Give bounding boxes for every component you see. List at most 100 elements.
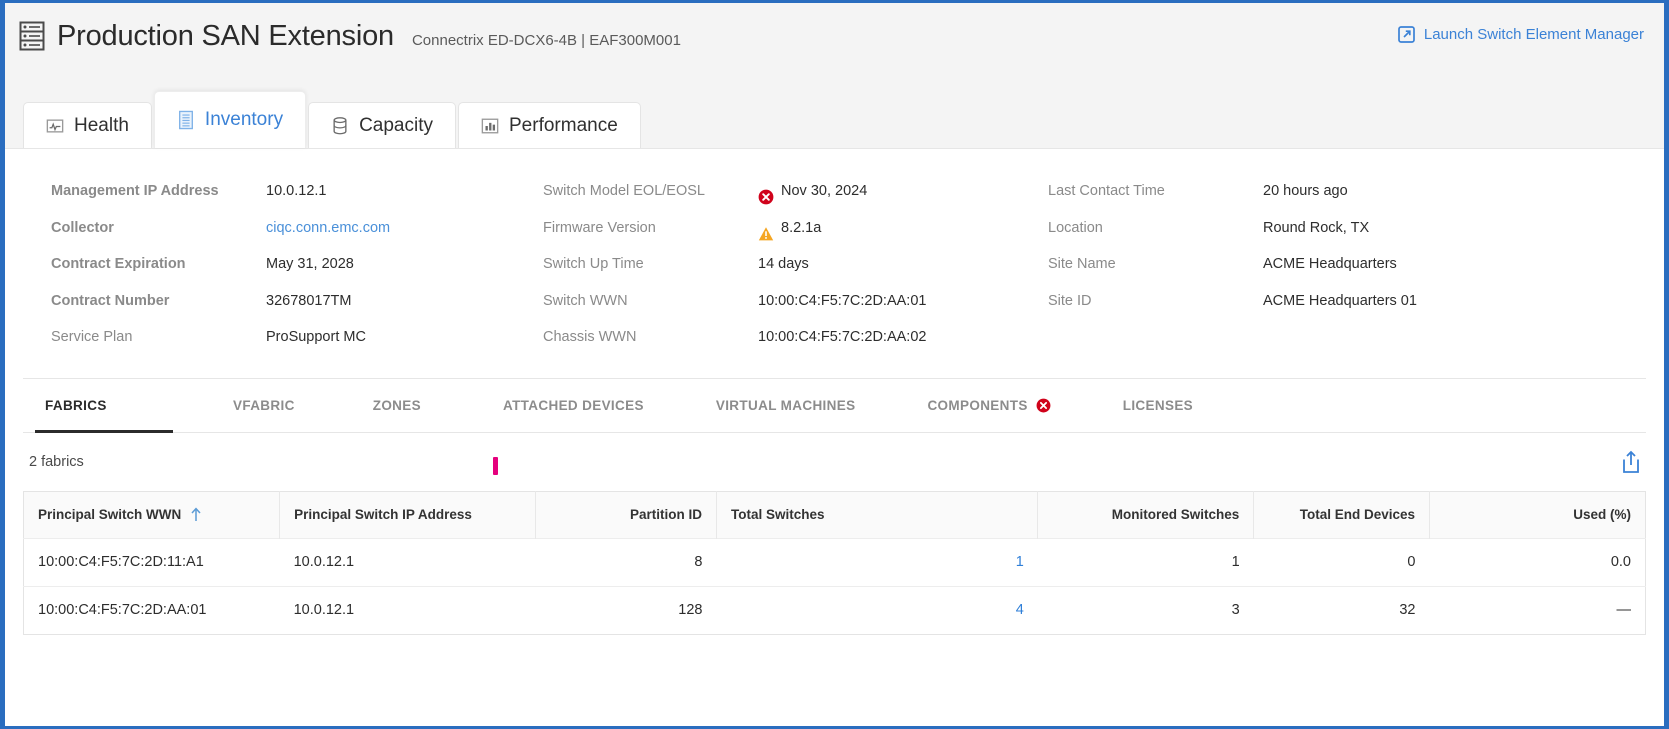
detail-value-site-id: ACME Headquarters 01 [1263, 292, 1417, 309]
subtab-virtual-machines-label: VIRTUAL MACHINES [715, 397, 856, 413]
arrow-up-icon [190, 507, 202, 522]
tab-health-label: Health [74, 114, 129, 136]
subtab-attached-devices[interactable]: ATTACHED DEVICES [493, 379, 654, 432]
cell-total-switches: 4 [716, 585, 1038, 634]
error-icon [758, 183, 774, 205]
cell-used-pct: 0.0 [1429, 537, 1646, 586]
tab-health[interactable]: Health [23, 102, 152, 148]
subtab-fabrics[interactable]: FABRICS [35, 379, 173, 433]
page-header: Production SAN Extension Connectrix ED-D… [5, 3, 1664, 65]
table-toolbar: 2 fabrics [23, 433, 1646, 491]
column-header-used-pct[interactable]: Used (%) [1429, 491, 1646, 538]
header-title-group: Production SAN Extension Connectrix ED-D… [19, 15, 681, 53]
table-header: Principal Switch WWN Principal Switch IP… [23, 491, 1646, 538]
chassis-icon [19, 21, 45, 51]
header-actions: Launch Switch Element Manager [1398, 26, 1650, 43]
details-column-2: Switch Model EOL/EOSL Nov 30, 2024 Firmw… [543, 173, 1048, 356]
detail-label-service-plan: Service Plan [51, 329, 133, 345]
collector-link[interactable]: ciqc.conn.emc.com [266, 210, 390, 247]
detail-value-chassis-wwn: 10:00:C4:F5:7C:2D:AA:02 [758, 329, 927, 345]
subtab-zones[interactable]: ZONES [363, 379, 431, 432]
tab-capacity[interactable]: Capacity [308, 102, 456, 148]
inventory-subtabs: FABRICS VFABRIC ZONES ATTACHED DEVICES V… [23, 379, 1646, 433]
page-title: Production SAN Extension [57, 20, 394, 52]
fabrics-table-area: 2 fabrics Principal Switch WWN Principal… [5, 433, 1664, 635]
inventory-panel: Management IP Address 10.0.12.1 Collecto… [5, 148, 1664, 635]
cell-total-switches: 1 [716, 537, 1038, 586]
detail-value-switch-up-time: 14 days [758, 256, 809, 272]
components-error-badge-icon [1036, 398, 1051, 413]
total-switches-link[interactable]: 4 [1016, 602, 1024, 618]
subtab-components-label: COMPONENTS [927, 397, 1028, 413]
capacity-database-icon [331, 116, 349, 136]
detail-value-firmware-version: 8.2.1a [758, 210, 1048, 247]
main-tabs: Health Inventory Capacity Performance [5, 91, 1664, 148]
table-row[interactable]: 10:00:C4:F5:7C:2D:AA:01 10.0.12.1 128 4 … [23, 585, 1646, 634]
detail-value-switch-model-eol: Nov 30, 2024 [758, 173, 1048, 210]
cell-principal-switch-wwn: 10:00:C4:F5:7C:2D:AA:01 [23, 585, 280, 634]
export-share-icon[interactable] [1620, 450, 1642, 474]
subtab-vfabric[interactable]: VFABRIC [223, 379, 305, 432]
detail-label-collector: Collector [51, 219, 114, 236]
switch-details: Management IP Address 10.0.12.1 Collecto… [23, 149, 1646, 379]
subtab-licenses[interactable]: LICENSES [1113, 379, 1203, 432]
details-column-1: Management IP Address 10.0.12.1 Collecto… [23, 173, 543, 356]
subtab-vfabric-label: VFABRIC [233, 397, 295, 413]
tab-inventory-label: Inventory [204, 109, 284, 130]
detail-label-switch-up-time: Switch Up Time [543, 256, 644, 272]
page-subtitle: Connectrix ED-DCX6-4B | EAF300M001 [411, 32, 681, 49]
cell-principal-switch-wwn: 10:00:C4:F5:7C:2D:11:A1 [23, 537, 280, 586]
cell-principal-switch-ip-address: 10.0.12.1 [279, 585, 536, 634]
detail-value-contract-expiration: May 31, 2028 [266, 256, 354, 272]
launch-switch-element-manager-link[interactable]: Launch Switch Element Manager [1424, 26, 1644, 43]
detail-label-contract-expiration: Contract Expiration [51, 256, 186, 272]
detail-label-last-contact-time: Last Contact Time [1048, 183, 1165, 199]
detail-label-switch-wwn: Switch WWN [543, 292, 628, 309]
detail-value-service-plan: ProSupport MC [266, 329, 366, 345]
details-column-3: Last Contact Time 20 hours ago Location … [1048, 173, 1568, 356]
subtab-fabrics-label: FABRICS [45, 397, 107, 413]
detail-label-chassis-wwn: Chassis WWN [543, 329, 637, 345]
cell-total-end-devices: 32 [1253, 585, 1430, 634]
cell-principal-switch-ip-address: 10.0.12.1 [279, 537, 536, 586]
detail-value-switch-wwn: 10:00:C4:F5:7C:2D:AA:01 [758, 292, 927, 309]
column-header-principal-switch-wwn[interactable]: Principal Switch WWN [23, 491, 281, 538]
external-link-icon [1398, 25, 1415, 43]
detail-value-firmware-version-text: 8.2.1a [781, 219, 822, 236]
tab-inventory[interactable]: Inventory [153, 91, 307, 148]
subtab-virtual-machines[interactable]: VIRTUAL MACHINES [706, 379, 866, 432]
cell-partition-id: 128 [535, 585, 717, 634]
cell-monitored-switches: 3 [1037, 585, 1254, 634]
subtab-zones-label: ZONES [372, 397, 421, 413]
subtab-licenses-label: LICENSES [1122, 397, 1194, 413]
column-header-monitored-switches[interactable]: Monitored Switches [1037, 491, 1255, 538]
tab-capacity-label: Capacity [359, 114, 433, 136]
subtab-components[interactable]: COMPONENTS [917, 379, 1060, 432]
column-header-partition-id[interactable]: Partition ID [535, 491, 717, 538]
performance-bars-icon [481, 116, 499, 136]
fabrics-table: Principal Switch WWN Principal Switch IP… [23, 490, 1646, 635]
content-area: Health Inventory Capacity Performance Ma… [5, 65, 1664, 635]
column-header-principal-switch-wwn-label: Principal Switch WWN [38, 507, 182, 522]
cell-monitored-switches: 1 [1037, 537, 1254, 586]
table-body: 10:00:C4:F5:7C:2D:11:A1 10.0.12.1 8 1 1 … [23, 537, 1646, 634]
cell-used-pct: — [1429, 585, 1646, 634]
column-header-total-switches[interactable]: Total Switches [716, 491, 1039, 538]
tab-performance[interactable]: Performance [458, 102, 641, 148]
table-header-row: Principal Switch WWN Principal Switch IP… [23, 491, 1646, 538]
detail-label-site-id: Site ID [1048, 292, 1092, 309]
tab-performance-label: Performance [509, 114, 618, 136]
column-header-principal-switch-ip-address[interactable]: Principal Switch IP Address [279, 491, 537, 538]
detail-label-contract-number: Contract Number [51, 292, 170, 309]
switch-detail-page: Production SAN Extension Connectrix ED-D… [0, 0, 1669, 729]
detail-label-location: Location [1048, 219, 1103, 236]
fabric-count-label: 2 fabrics [29, 453, 84, 470]
detail-value-location: Round Rock, TX [1263, 219, 1370, 236]
detail-value-collector: ciqc.conn.emc.com [266, 210, 543, 247]
column-header-total-end-devices[interactable]: Total End Devices [1253, 491, 1430, 538]
detail-label-site-name: Site Name [1048, 256, 1116, 272]
total-switches-link[interactable]: 1 [1016, 554, 1024, 570]
table-row[interactable]: 10:00:C4:F5:7C:2D:11:A1 10.0.12.1 8 1 1 … [23, 537, 1646, 586]
detail-value-switch-model-eol-text: Nov 30, 2024 [781, 183, 868, 199]
column-drag-marker [493, 456, 498, 475]
